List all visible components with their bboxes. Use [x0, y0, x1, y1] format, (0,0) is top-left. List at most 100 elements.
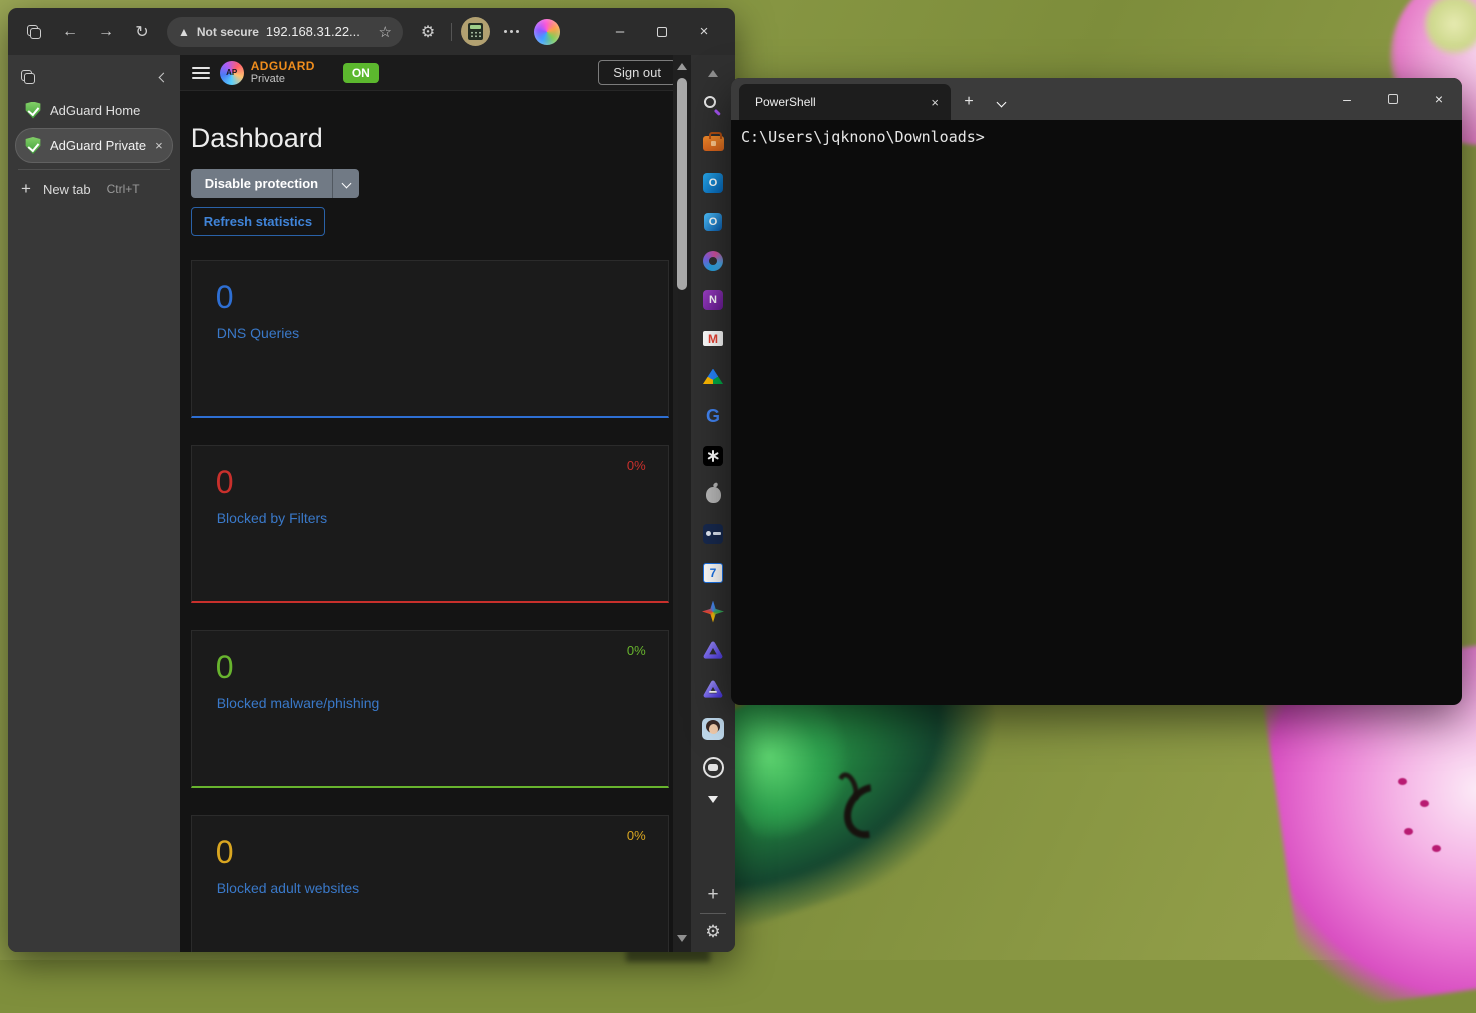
chevron-down-icon: [996, 97, 1006, 107]
sidebar-item-chatgpt[interactable]: [691, 436, 735, 475]
stat-label[interactable]: Blocked by Filters: [217, 510, 327, 526]
sidebar-item-microsoft-365[interactable]: [691, 241, 735, 280]
stat-label[interactable]: Blocked malware/phishing: [217, 695, 380, 711]
terminal-minimize-button[interactable]: –: [1324, 78, 1370, 120]
sidebar-item-ai-knot[interactable]: [691, 631, 735, 670]
terminal-tab-dropdown-button[interactable]: [987, 84, 1015, 120]
edge-sidebar-bottom: + ⚙: [691, 883, 735, 944]
adguard-logo[interactable]: AP: [220, 61, 244, 85]
scrollbar-down-arrow-icon[interactable]: [677, 935, 687, 942]
refresh-statistics-button[interactable]: Refresh statistics: [191, 207, 325, 236]
url-text[interactable]: 192.168.31.22...: [266, 24, 372, 39]
sidebar-item-toolbox[interactable]: [691, 124, 735, 163]
terminal-window-controls: – ×: [1324, 78, 1462, 120]
calculator-extension-button[interactable]: [459, 17, 491, 47]
settings-more-button[interactable]: [495, 17, 527, 47]
collapse-sidebar-icon[interactable]: [158, 72, 168, 82]
sidebar-item-onenote[interactable]: N: [691, 280, 735, 319]
close-icon: ×: [700, 23, 709, 40]
stat-value: 0: [216, 464, 234, 501]
stat-label[interactable]: Blocked adult websites: [217, 880, 359, 896]
tab-adguard-private[interactable]: AdGuard Private ×: [16, 129, 172, 162]
sidebar-divider: [700, 913, 726, 914]
terminal-content[interactable]: C:\Users\jqknono\Downloads>: [731, 120, 1462, 705]
disable-protection-label: Disable protection: [191, 169, 332, 198]
sidebar-item-ai-knot-alt[interactable]: [691, 670, 735, 709]
gemini-icon: [702, 601, 724, 623]
security-label[interactable]: Not secure: [197, 25, 259, 39]
terminal-new-tab-button[interactable]: +: [951, 84, 987, 120]
sign-out-button[interactable]: Sign out: [598, 60, 676, 85]
browser-essentials-button[interactable]: ⚙: [412, 17, 444, 47]
adguard-brand: ADGUARD Private: [251, 60, 315, 85]
stat-cards: 0 DNS Queries 0% 0 Blocked by Filters 0%…: [191, 260, 673, 952]
sidebar-item-google-drive[interactable]: [691, 358, 735, 397]
terminal-tab-powershell[interactable]: PowerShell ×: [739, 84, 951, 120]
sidebar-item-google-calendar[interactable]: 7: [691, 553, 735, 592]
new-tab-button[interactable]: + New tab Ctrl+T: [8, 174, 180, 204]
terminal-close-button[interactable]: ×: [1416, 78, 1462, 120]
adguard-shield-icon: [25, 102, 41, 119]
ai-knot-icon: [702, 640, 724, 662]
scroll-up-icon: [708, 70, 718, 77]
stacked-tabs-icon: [27, 25, 41, 39]
disable-protection-dropdown[interactable]: [332, 169, 359, 198]
browser-close-button[interactable]: ×: [683, 17, 725, 47]
protection-status-badge: ON: [343, 63, 379, 83]
sidebar-scroll-down[interactable]: [691, 787, 735, 811]
back-button[interactable]: ←: [54, 17, 86, 47]
terminal-maximize-button[interactable]: [1370, 78, 1416, 120]
adguard-page: AP ADGUARD Private ON Sign out Dashboard…: [180, 55, 691, 952]
adguard-header: AP ADGUARD Private ON Sign out: [180, 55, 691, 91]
sidebar-settings-button[interactable]: ⚙: [691, 920, 735, 944]
sidebar-item-gemini[interactable]: [691, 592, 735, 631]
maximize-icon: [657, 27, 667, 37]
browser-minimize-button[interactable]: –: [599, 17, 641, 47]
page-scrollbar[interactable]: [673, 55, 691, 952]
refresh-button[interactable]: ↻: [126, 17, 158, 47]
scrollbar-up-arrow-icon[interactable]: [677, 63, 687, 70]
address-bar[interactable]: ▲ Not secure 192.168.31.22... ☆: [167, 17, 403, 47]
browser-maximize-button[interactable]: [641, 17, 683, 47]
refresh-icon: ↻: [135, 22, 148, 42]
sidebar-item-screen-circle[interactable]: [691, 748, 735, 787]
sidebar-item-gmail[interactable]: M: [691, 319, 735, 358]
hamburger-menu-icon[interactable]: [192, 67, 210, 79]
scrollbar-thumb[interactable]: [677, 78, 687, 290]
not-secure-warning-icon: ▲: [178, 25, 190, 39]
favorite-star-icon[interactable]: ☆: [379, 23, 392, 41]
stat-value: 0: [216, 834, 234, 871]
close-icon: ×: [1435, 91, 1443, 107]
forward-button[interactable]: →: [90, 17, 122, 47]
sidebar-item-navy-app[interactable]: [691, 514, 735, 553]
stat-label[interactable]: DNS Queries: [217, 325, 299, 341]
terminal-tab-title: PowerShell: [755, 95, 816, 109]
tab-close-icon[interactable]: ×: [931, 95, 939, 110]
browser-window-controls: – ×: [599, 17, 725, 47]
tab-actions-button[interactable]: [18, 17, 50, 47]
gear-outline-icon: ⚙: [421, 22, 435, 42]
plus-icon: +: [964, 93, 973, 111]
microsoft-365-icon: [703, 251, 723, 271]
sidebar-item-apple[interactable]: [691, 475, 735, 514]
sidebar-item-outlook-alt[interactable]: O: [691, 202, 735, 241]
plus-icon: +: [707, 884, 718, 906]
sidebar-item-outlook[interactable]: O: [691, 163, 735, 202]
stat-value: 0: [216, 649, 234, 686]
sidebar-add-button[interactable]: +: [691, 883, 735, 907]
chatgpt-icon: [703, 446, 723, 466]
tab-actions-icon[interactable]: [21, 70, 35, 84]
browser-window: ← → ↻ ▲ Not secure 192.168.31.22... ☆ ⚙ …: [8, 8, 735, 952]
stat-card-blocked-by-filters: 0% 0 Blocked by Filters: [191, 445, 669, 603]
sidebar-item-google[interactable]: G: [691, 397, 735, 436]
sidebar-item-support-avatar[interactable]: [691, 709, 735, 748]
tab-close-icon[interactable]: ×: [155, 138, 163, 153]
disable-protection-button[interactable]: Disable protection: [191, 169, 359, 198]
plus-icon: +: [21, 179, 31, 199]
ellipsis-icon: [504, 30, 519, 33]
toolbox-icon: [703, 136, 724, 151]
sidebar-item-search[interactable]: [691, 85, 735, 124]
copilot-button[interactable]: [531, 17, 563, 47]
tab-adguard-home[interactable]: AdGuard Home: [16, 95, 172, 125]
sidebar-scroll-up[interactable]: [691, 61, 735, 85]
